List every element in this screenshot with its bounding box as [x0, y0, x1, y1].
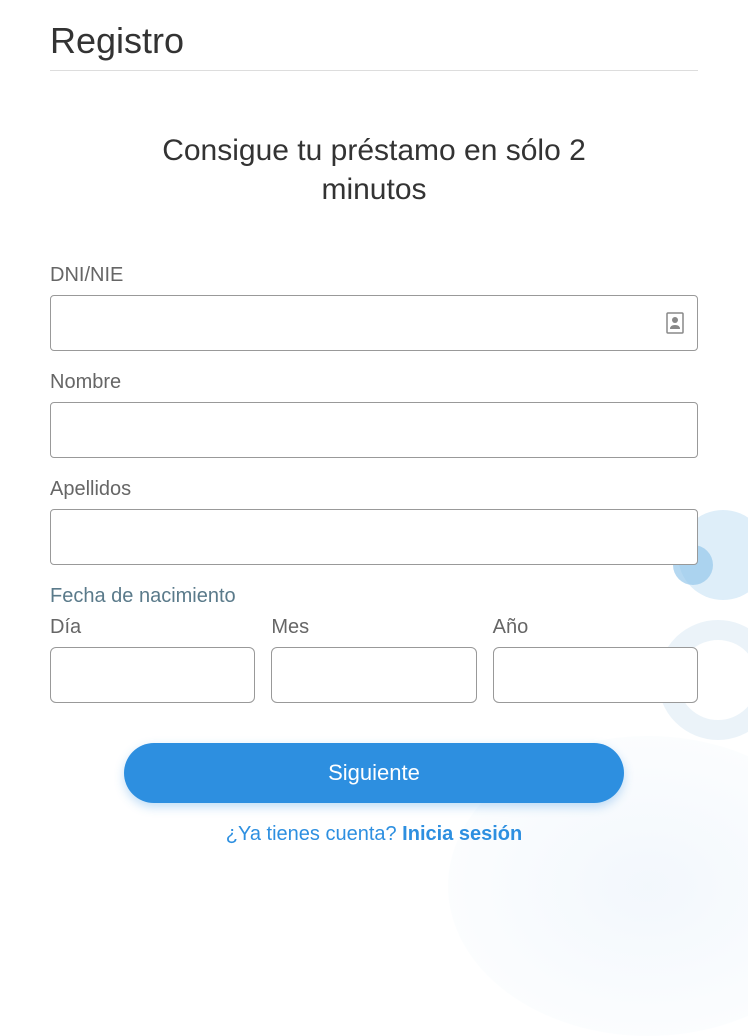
nombre-label: Nombre: [50, 371, 698, 394]
login-prompt-text: ¿Ya tienes cuenta?: [226, 823, 402, 845]
mes-label: Mes: [271, 616, 476, 639]
siguiente-button[interactable]: Siguiente: [124, 743, 624, 803]
apellidos-label: Apellidos: [50, 478, 698, 501]
login-link[interactable]: Inicia sesión: [402, 823, 522, 845]
nombre-input[interactable]: [50, 402, 698, 458]
mes-input[interactable]: [271, 647, 476, 703]
ano-label: Año: [493, 616, 698, 639]
apellidos-input[interactable]: [50, 509, 698, 565]
dni-label: DNI/NIE: [50, 264, 698, 287]
dia-input[interactable]: [50, 647, 255, 703]
dni-input[interactable]: [50, 295, 698, 351]
page-subtitle: Consigue tu préstamo en sólo 2 minutos: [50, 131, 698, 209]
dia-label: Día: [50, 616, 255, 639]
ano-input[interactable]: [493, 647, 698, 703]
fecha-section-label: Fecha de nacimiento: [50, 585, 698, 608]
login-prompt: ¿Ya tienes cuenta? Inicia sesión: [50, 823, 698, 846]
page-title: Registro: [50, 20, 698, 71]
